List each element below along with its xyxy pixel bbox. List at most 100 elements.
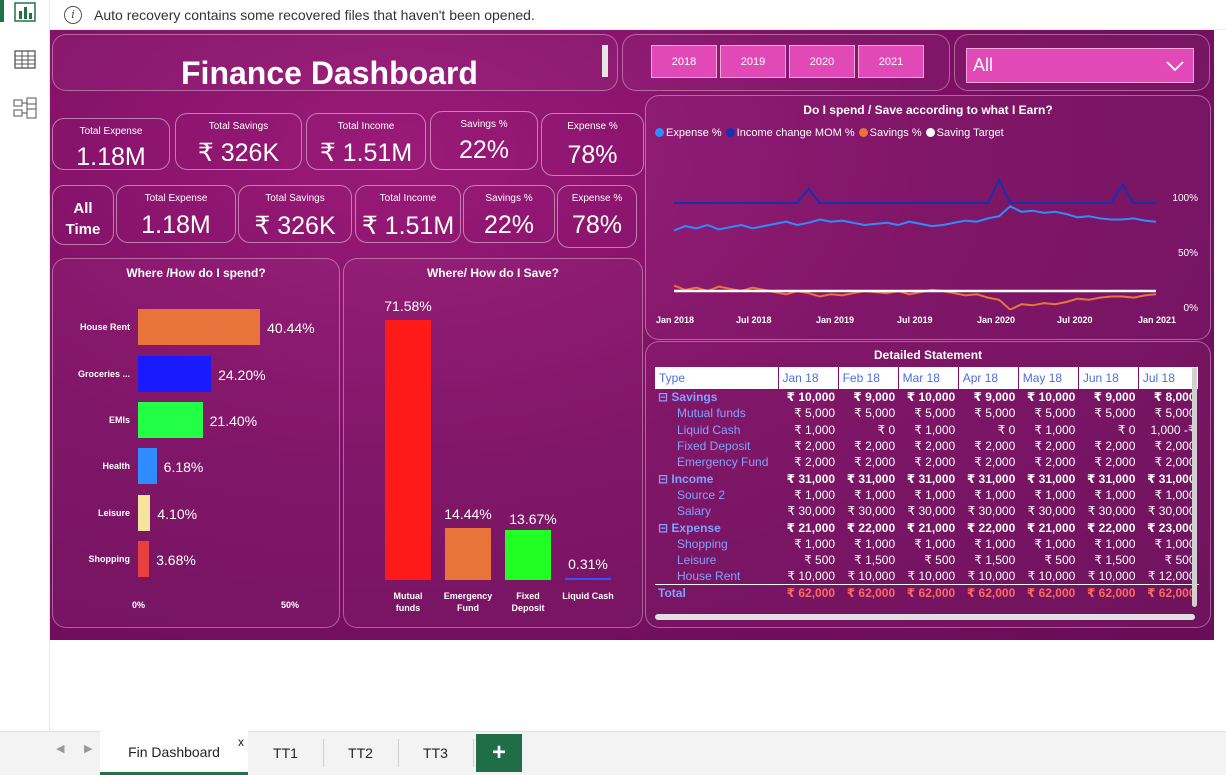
expand-group-label[interactable]: ⊟ Expense: [655, 519, 778, 535]
spend-axis-max: 50%: [281, 600, 300, 610]
table-cell: ₹ 10,000: [1027, 569, 1076, 584]
spend-data-label: 3.68%: [156, 552, 196, 568]
all-time-label: All Time: [53, 198, 113, 240]
line-series-income-change-mom[interactable]: [674, 177, 1156, 204]
kpi-value: 1.18M: [141, 211, 211, 239]
kpi-all-time-expense-percent: Expense % 78%: [557, 185, 637, 248]
table-cell: ₹ 2,000: [974, 439, 1016, 454]
table-cell: ₹ 5,000: [974, 406, 1016, 421]
table-cell: ₹ 0: [1117, 422, 1136, 437]
table-cell: ₹ 22,000: [846, 520, 896, 535]
total-cell: ₹ 62,000: [1078, 584, 1139, 601]
legend-dot: [858, 128, 868, 137]
column-header-month[interactable]: Jan 18: [778, 367, 839, 389]
tab-scroll-right-icon[interactable]: ▶: [84, 742, 92, 755]
table-cell: ₹ 31,000: [1147, 471, 1196, 486]
statement-table-wrap: Type Jan 18 Feb 18 Mar 18 Apr 18 May 18 Jun 18…: [655, 367, 1199, 610]
spend-bar[interactable]: [138, 541, 150, 577]
spend-bar[interactable]: [138, 495, 151, 531]
column-header-month[interactable]: Jul 18: [1138, 367, 1199, 389]
spend-bar[interactable]: [138, 356, 212, 392]
legend-item[interactable]: Expense %: [655, 127, 722, 139]
table-cell: ₹ 31,000: [786, 471, 836, 486]
table-cell: ₹ 1,000: [1094, 487, 1136, 502]
column-header-type[interactable]: Type: [655, 367, 779, 389]
row-label: Liquid Cash: [677, 422, 741, 437]
save-bar[interactable]: [505, 530, 551, 580]
spend-category-label: Health: [102, 461, 130, 471]
table-view-icon[interactable]: [12, 47, 38, 73]
table-cell: ₹ 21,000: [786, 520, 836, 535]
line-series-savings[interactable]: [673, 284, 1157, 310]
tab-tt1[interactable]: TT1: [248, 731, 323, 775]
table-cell: ₹ 2,000: [794, 455, 836, 470]
year-button-2018[interactable]: 2018: [651, 45, 717, 78]
add-page-button[interactable]: +: [476, 734, 522, 772]
model-view-icon[interactable]: [12, 96, 38, 122]
table-row: Mutual funds ₹ 5,000 ₹ 5,000 ₹ 5,000 ₹ 5,000…: [655, 405, 1199, 421]
table-cell: ₹ 1,000: [1154, 536, 1196, 551]
table-cell: ₹ 30,000: [847, 504, 896, 519]
spend-bar[interactable]: [138, 448, 157, 484]
save-bar[interactable]: [385, 320, 431, 580]
save-bar[interactable]: [565, 578, 611, 580]
spend-bar[interactable]: [138, 309, 261, 345]
year-button-2020[interactable]: 2020: [789, 45, 855, 78]
row-label: House Rent: [677, 569, 741, 584]
report-view-icon[interactable]: [12, 0, 38, 26]
total-cell: ₹ 62,000: [1138, 584, 1199, 601]
legend-item[interactable]: Saving Target: [925, 127, 1004, 139]
table-group-row: ⊟ Savings ₹ 10,000 ₹ 9,000 ₹ 10,000 ₹ 9,000 ₹…: [655, 389, 1199, 405]
kpi-all-time-total-expense: Total Expense 1.18M: [116, 185, 236, 243]
year-button-2019[interactable]: 2019: [720, 45, 786, 78]
table-cell: ₹ 10,000: [906, 390, 956, 405]
table-cell: ₹ 5,000: [1154, 406, 1196, 421]
kpi-total-income: Total Income ₹ 1.51M: [306, 113, 426, 170]
line-series-expense[interactable]: [673, 205, 1157, 232]
kpi-value: ₹ 1.51M: [361, 212, 455, 240]
column-header-month[interactable]: May 18: [1018, 367, 1079, 389]
statement-title: Detailed Statement: [873, 348, 983, 362]
kpi-label: Total Savings: [265, 193, 325, 204]
kpi-value: ₹ 326K: [197, 139, 280, 167]
column-header-month[interactable]: Feb 18: [838, 367, 899, 389]
category-dropdown[interactable]: All: [966, 48, 1194, 83]
tab-tt3[interactable]: TT3: [398, 731, 473, 775]
table-vertical-scrollbar[interactable]: [1192, 367, 1197, 607]
spend-bar[interactable]: [138, 402, 203, 438]
save-category-label: Mutual funds: [378, 590, 438, 614]
info-icon: i: [64, 5, 82, 24]
expand-group-label[interactable]: ⊟ Income: [655, 470, 778, 486]
year-button-2021[interactable]: 2021: [858, 45, 924, 78]
view-rail: [0, 0, 50, 775]
legend-item[interactable]: Income change MOM %: [725, 127, 855, 139]
save-bar[interactable]: [445, 527, 491, 580]
table-cell: ₹ 1,500: [974, 553, 1016, 568]
table-header-row: Type Jan 18 Feb 18 Mar 18 Apr 18 May 18 Jun 18…: [655, 367, 1199, 389]
column-header-month[interactable]: Jun 18: [1078, 367, 1139, 389]
table-cell: ₹ 30,000: [967, 504, 1016, 519]
column-header-month[interactable]: Apr 18: [958, 367, 1019, 389]
table-cell: ₹ 2,000: [1034, 439, 1076, 454]
table-cell: ₹ 2,000: [854, 439, 896, 454]
save-category-label-line: Emergency: [443, 591, 493, 601]
tab-scroll-left-icon[interactable]: ◀: [56, 742, 64, 755]
tab-fin-dashboard[interactable]: Fin Dashboard x: [100, 731, 248, 775]
legend-label: Savings %: [869, 127, 922, 139]
table-cell: ₹ 500: [1044, 553, 1076, 568]
x-tick-label: Jul 2019: [897, 315, 933, 325]
table-horizontal-scrollbar[interactable]: [655, 614, 1195, 620]
tab-tt2[interactable]: TT2: [323, 731, 398, 775]
table-cell: ₹ 1,000: [1094, 536, 1136, 551]
table-cell: ₹ 31,000: [1026, 471, 1076, 486]
table-cell: 1,000 -₹: [1150, 422, 1196, 437]
close-tab-icon[interactable]: x: [238, 735, 244, 749]
table-cell: ₹ 21,000: [906, 520, 956, 535]
table-cell: ₹ 1,000: [1154, 487, 1196, 502]
y-tick-label: 100%: [1172, 193, 1198, 204]
save-category-label-line: Liquid Cash: [562, 591, 614, 601]
column-header-month[interactable]: Mar 18: [898, 367, 959, 389]
expand-group-label[interactable]: ⊟ Savings: [655, 389, 778, 405]
x-tick-label: Jan 2018: [656, 315, 695, 325]
legend-item[interactable]: Savings %: [858, 127, 922, 139]
